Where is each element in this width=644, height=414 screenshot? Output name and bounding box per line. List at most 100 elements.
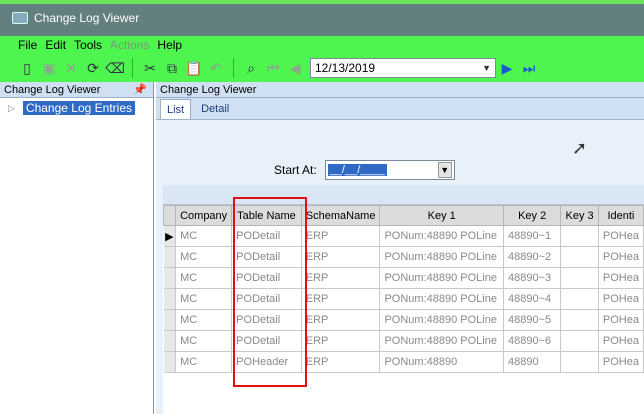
table-row[interactable]: MC POHeader ERP PONum:48890 48890 POHea xyxy=(163,351,644,373)
undo-icon[interactable]: ↶ xyxy=(205,57,227,79)
cell-key-1[interactable]: PONum:48890 POLine xyxy=(379,225,504,247)
cell-table-name[interactable]: PODetail xyxy=(231,246,302,268)
delete-icon[interactable]: ✕ xyxy=(60,57,82,79)
last-record-icon[interactable]: ⏭ xyxy=(518,57,540,79)
table-row[interactable]: MC PODetail ERP PONum:48890 POLine 48890~3 PO… xyxy=(163,267,644,289)
cell-table-name[interactable]: PODetail xyxy=(231,267,302,289)
cell-schema-name[interactable]: ERP xyxy=(301,351,381,373)
tree-item-change-log-entries[interactable]: ▷ Change Log Entries xyxy=(0,101,153,115)
cell-schema-name[interactable]: ERP xyxy=(301,330,381,352)
table-row[interactable]: ▶ MC PODetail ERP PONum:48890 POLine 48890~1 P… xyxy=(163,225,644,247)
cell-table-name[interactable]: PODetail xyxy=(231,330,302,352)
column-header-company[interactable]: Company xyxy=(175,205,233,226)
cell-key-1[interactable]: PONum:48890 POLine xyxy=(379,330,504,352)
search-icon[interactable]: ⌕ xyxy=(240,57,262,79)
cell-schema-name[interactable]: ERP xyxy=(301,309,381,331)
table-row[interactable]: MC PODetail ERP PONum:48890 POLine 48890~4 PO… xyxy=(163,288,644,310)
right-pane-title: Change Log Viewer xyxy=(160,83,257,96)
cell-key-3[interactable] xyxy=(560,246,599,268)
cell-table-name[interactable]: PODetail xyxy=(231,309,302,331)
cell-key-1[interactable]: PONum:48890 POLine xyxy=(379,309,504,331)
column-header-key-1[interactable]: Key 1 xyxy=(379,205,504,226)
cell-company[interactable]: MC xyxy=(175,351,233,373)
column-header-key-2[interactable]: Key 2 xyxy=(502,205,562,226)
tab-list[interactable]: List xyxy=(160,99,192,119)
cell-identifier[interactable]: POHea xyxy=(598,267,644,289)
cell-key-1[interactable]: PONum:48890 POLine xyxy=(379,288,504,310)
copy-icon[interactable]: ⧉ xyxy=(161,57,183,79)
refresh-icon[interactable]: ⟳ xyxy=(82,57,104,79)
expand-icon[interactable]: ▷ xyxy=(8,103,15,114)
cell-table-name[interactable]: POHeader xyxy=(231,351,302,373)
column-header-schema-name[interactable]: SchemaName xyxy=(300,205,381,226)
cell-key-3[interactable] xyxy=(560,351,599,373)
cell-key-2[interactable]: 48890~5 xyxy=(503,309,562,331)
cell-identifier[interactable]: POHea xyxy=(598,330,644,352)
chevron-down-icon[interactable]: ▼ xyxy=(437,162,452,178)
tree-item-label: Change Log Entries xyxy=(22,101,135,115)
cell-schema-name[interactable]: ERP xyxy=(301,288,381,310)
clear-icon[interactable]: ⌫ xyxy=(104,57,126,79)
table-row[interactable]: MC PODetail ERP PONum:48890 POLine 48890~2 PO… xyxy=(163,246,644,268)
cell-key-2[interactable]: 48890~1 xyxy=(503,225,562,247)
cell-key-3[interactable] xyxy=(560,288,599,310)
tab-detail[interactable]: Detail xyxy=(195,99,235,119)
cell-schema-name[interactable]: ERP xyxy=(301,225,381,247)
cell-company[interactable]: MC xyxy=(175,246,233,268)
column-header-table-name[interactable]: Table Name xyxy=(231,205,302,226)
cell-company[interactable]: MC xyxy=(175,267,233,289)
cell-schema-name[interactable]: ERP xyxy=(301,267,381,289)
first-record-icon[interactable]: ⏮ xyxy=(262,57,284,79)
cell-company[interactable]: MC xyxy=(175,225,233,247)
cell-key-2[interactable]: 48890 xyxy=(503,351,562,373)
cell-company[interactable]: MC xyxy=(175,288,233,310)
cut-icon[interactable]: ✂ xyxy=(139,57,161,79)
cell-identifier[interactable]: POHea xyxy=(598,351,644,373)
new-icon[interactable]: ▯ xyxy=(16,57,38,79)
row-selector[interactable] xyxy=(163,309,177,331)
cell-key-3[interactable] xyxy=(560,225,599,247)
menu-tools[interactable]: Tools xyxy=(74,38,102,52)
cell-key-1[interactable]: PONum:48890 POLine xyxy=(379,246,504,268)
cell-key-2[interactable]: 48890~6 xyxy=(503,330,562,352)
cell-identifier[interactable]: POHea xyxy=(598,309,644,331)
cell-identifier[interactable]: POHea xyxy=(598,246,644,268)
previous-record-icon[interactable]: ◀ xyxy=(284,57,306,79)
column-header-identifier[interactable]: Identi xyxy=(597,205,644,226)
menu-file[interactable]: File xyxy=(18,38,37,52)
row-selector[interactable] xyxy=(163,267,177,289)
date-select[interactable]: 12/13/2019 ▼ xyxy=(310,58,496,78)
table-row[interactable]: MC PODetail ERP PONum:48890 POLine 48890~6 PO… xyxy=(163,330,644,352)
cell-schema-name[interactable]: ERP xyxy=(301,246,381,268)
row-selector[interactable] xyxy=(163,288,177,310)
menu-help[interactable]: Help xyxy=(157,38,182,52)
cell-key-1[interactable]: PONum:48890 POLine xyxy=(379,267,504,289)
cell-key-3[interactable] xyxy=(560,309,599,331)
save-icon[interactable]: ▣ xyxy=(38,57,60,79)
cell-key-1[interactable]: PONum:48890 xyxy=(379,351,504,373)
grid-table: Company Table Name SchemaName Key 1 Key … xyxy=(162,205,644,373)
cell-identifier[interactable]: POHea xyxy=(598,225,644,247)
cell-table-name[interactable]: PODetail xyxy=(231,288,302,310)
row-selector[interactable] xyxy=(163,351,177,373)
column-header-key-3[interactable]: Key 3 xyxy=(560,205,599,226)
pin-icon[interactable]: 📌 xyxy=(133,83,147,96)
row-selector[interactable]: ▶ xyxy=(163,225,177,247)
table-row[interactable]: MC PODetail ERP PONum:48890 POLine 48890~5 PO… xyxy=(163,309,644,331)
menu-edit[interactable]: Edit xyxy=(45,38,66,52)
cell-key-3[interactable] xyxy=(560,267,599,289)
cell-identifier[interactable]: POHea xyxy=(598,288,644,310)
cell-company[interactable]: MC xyxy=(175,309,233,331)
row-selector[interactable] xyxy=(163,246,177,268)
start-at-field[interactable]: __/__/____ ▼ xyxy=(324,160,455,180)
cell-key-2[interactable]: 48890~3 xyxy=(503,267,562,289)
cell-key-2[interactable]: 48890~4 xyxy=(503,288,562,310)
cell-table-name[interactable]: PODetail xyxy=(231,225,302,247)
paste-icon[interactable]: 📋 xyxy=(183,57,205,79)
cell-key-2[interactable]: 48890~2 xyxy=(503,246,562,268)
next-record-icon[interactable]: ▶ xyxy=(496,57,518,79)
row-selector[interactable] xyxy=(163,330,177,352)
chevron-down-icon[interactable]: ▼ xyxy=(482,63,491,73)
cell-key-3[interactable] xyxy=(560,330,599,352)
cell-company[interactable]: MC xyxy=(175,330,233,352)
